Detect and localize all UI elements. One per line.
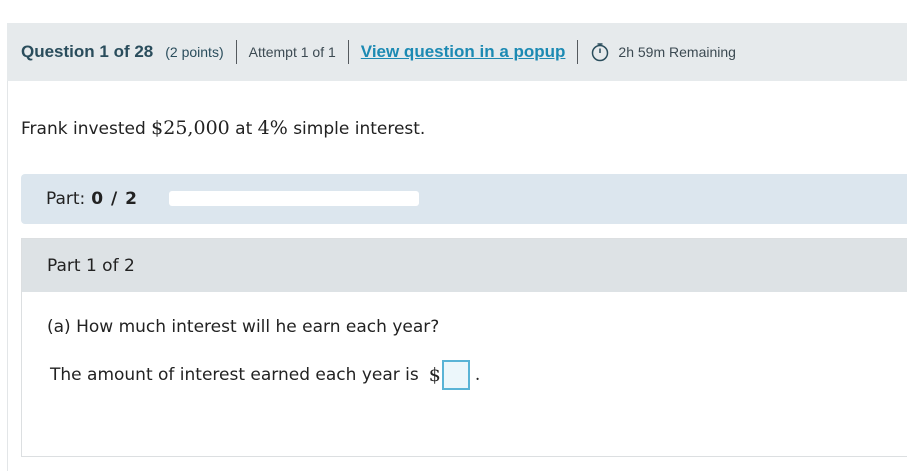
part-a-question: (a) How much interest will he earn each …: [47, 317, 440, 337]
header-divider: [577, 40, 579, 64]
answer-row: The amount of interest earned each year …: [50, 360, 480, 390]
investment-amount: $25,000: [151, 117, 230, 139]
attempt-counter: Attempt 1 of 1: [248, 44, 336, 60]
part-title: Part 1 of 2: [47, 255, 135, 276]
view-in-popup-link[interactable]: View question in a popup: [361, 42, 566, 62]
interest-rate: 4%: [257, 117, 288, 139]
header-divider: [347, 40, 349, 64]
answer-input[interactable]: [441, 360, 470, 390]
problem-text-suffix: simple interest.: [287, 119, 426, 139]
header-divider: [235, 40, 237, 64]
question-number: Question 1 of 28: [21, 42, 154, 61]
answer-prompt: The amount of interest earned each year …: [50, 365, 419, 385]
problem-statement: Frank invested $25,000 at 4% simple inte…: [21, 117, 425, 139]
question-points: (2 points): [165, 44, 224, 60]
time-remaining: 2h 59m Remaining: [618, 44, 736, 60]
part-header: Part 1 of 2: [22, 239, 907, 292]
problem-text-middle: at: [229, 119, 258, 139]
part-progress-count: 0 / 2: [91, 189, 138, 209]
currency-symbol: $: [428, 364, 441, 386]
part-progress-label: Part: 0 / 2: [46, 189, 138, 209]
problem-text-prefix: Frank invested: [21, 119, 152, 139]
part-panel: Part 1 of 2 (a) How much interest will h…: [21, 238, 907, 457]
progress-track: [169, 191, 419, 206]
part-progress-bar: Part: 0 / 2: [21, 174, 907, 224]
question-header: Question 1 of 28 (2 points) Attempt 1 of…: [7, 23, 907, 81]
answer-trailing-period: .: [474, 365, 481, 385]
stopwatch-icon: [590, 42, 610, 62]
